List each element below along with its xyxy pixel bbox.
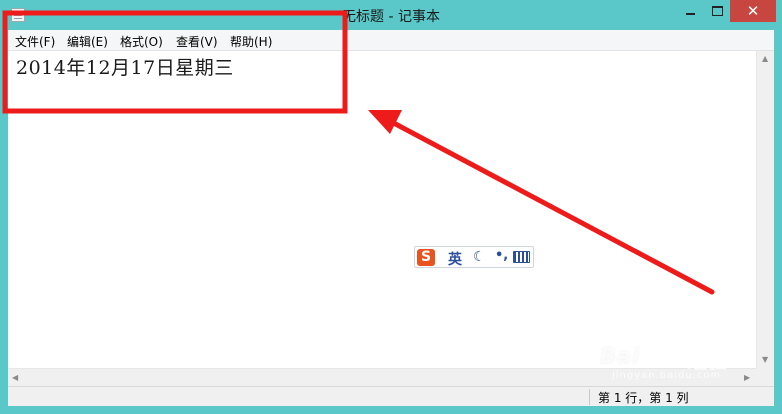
moon-icon[interactable]: ☾ [473, 249, 486, 265]
menu-edit[interactable]: 编辑(E) [67, 33, 108, 50]
close-icon: ✕ [746, 2, 760, 20]
menu-bar: 文件(F) 编辑(E) 格式(O) 查看(V) 帮助(H) [8, 30, 774, 51]
baidu-jingyan-watermark: Bai 经验 jingyan.baidu.com [600, 342, 770, 382]
title-bar[interactable]: 无标题 - 记事本 ✕ [0, 0, 782, 30]
minimize-icon [685, 12, 695, 15]
paw-icon [647, 345, 667, 365]
maximize-button[interactable] [704, 0, 730, 22]
menu-view[interactable]: 查看(V) [176, 33, 218, 50]
watermark-url: jingyan.baidu.com [612, 370, 722, 381]
cursor-position: 第 1 行，第 1 列 [598, 391, 689, 405]
status-divider [589, 389, 590, 405]
ime-toolbar[interactable]: S 英 ☾ •, [414, 246, 534, 268]
menu-file[interactable]: 文件(F) [15, 33, 55, 50]
punctuation-icon[interactable]: •, [495, 248, 508, 263]
scroll-left-icon[interactable]: ◀ [12, 374, 18, 382]
close-button[interactable]: ✕ [730, 0, 776, 22]
maximize-icon [711, 5, 723, 16]
scroll-up-icon[interactable]: ▲ [762, 55, 768, 63]
minimize-button[interactable] [676, 0, 704, 22]
sogou-logo-icon[interactable]: S [417, 249, 435, 266]
status-bar: 第 1 行，第 1 列 [8, 386, 774, 406]
menu-format[interactable]: 格式(O) [120, 33, 163, 50]
watermark-brand: Bai [600, 344, 641, 368]
notepad-window: 无标题 - 记事本 ✕ 文件(F) 编辑(E) 格式(O) 查看(V) 帮助(H… [0, 0, 782, 414]
keyboard-icon[interactable] [513, 251, 530, 263]
vertical-scrollbar[interactable]: ▲ ▼ [756, 51, 774, 368]
editor-content: 2014年12月17日星期三 [16, 57, 234, 79]
menu-help[interactable]: 帮助(H) [230, 33, 272, 50]
ime-language-toggle[interactable]: 英 [448, 249, 462, 269]
window-title: 无标题 - 记事本 [342, 9, 440, 25]
text-editor[interactable]: 2014年12月17日星期三 [8, 51, 756, 368]
